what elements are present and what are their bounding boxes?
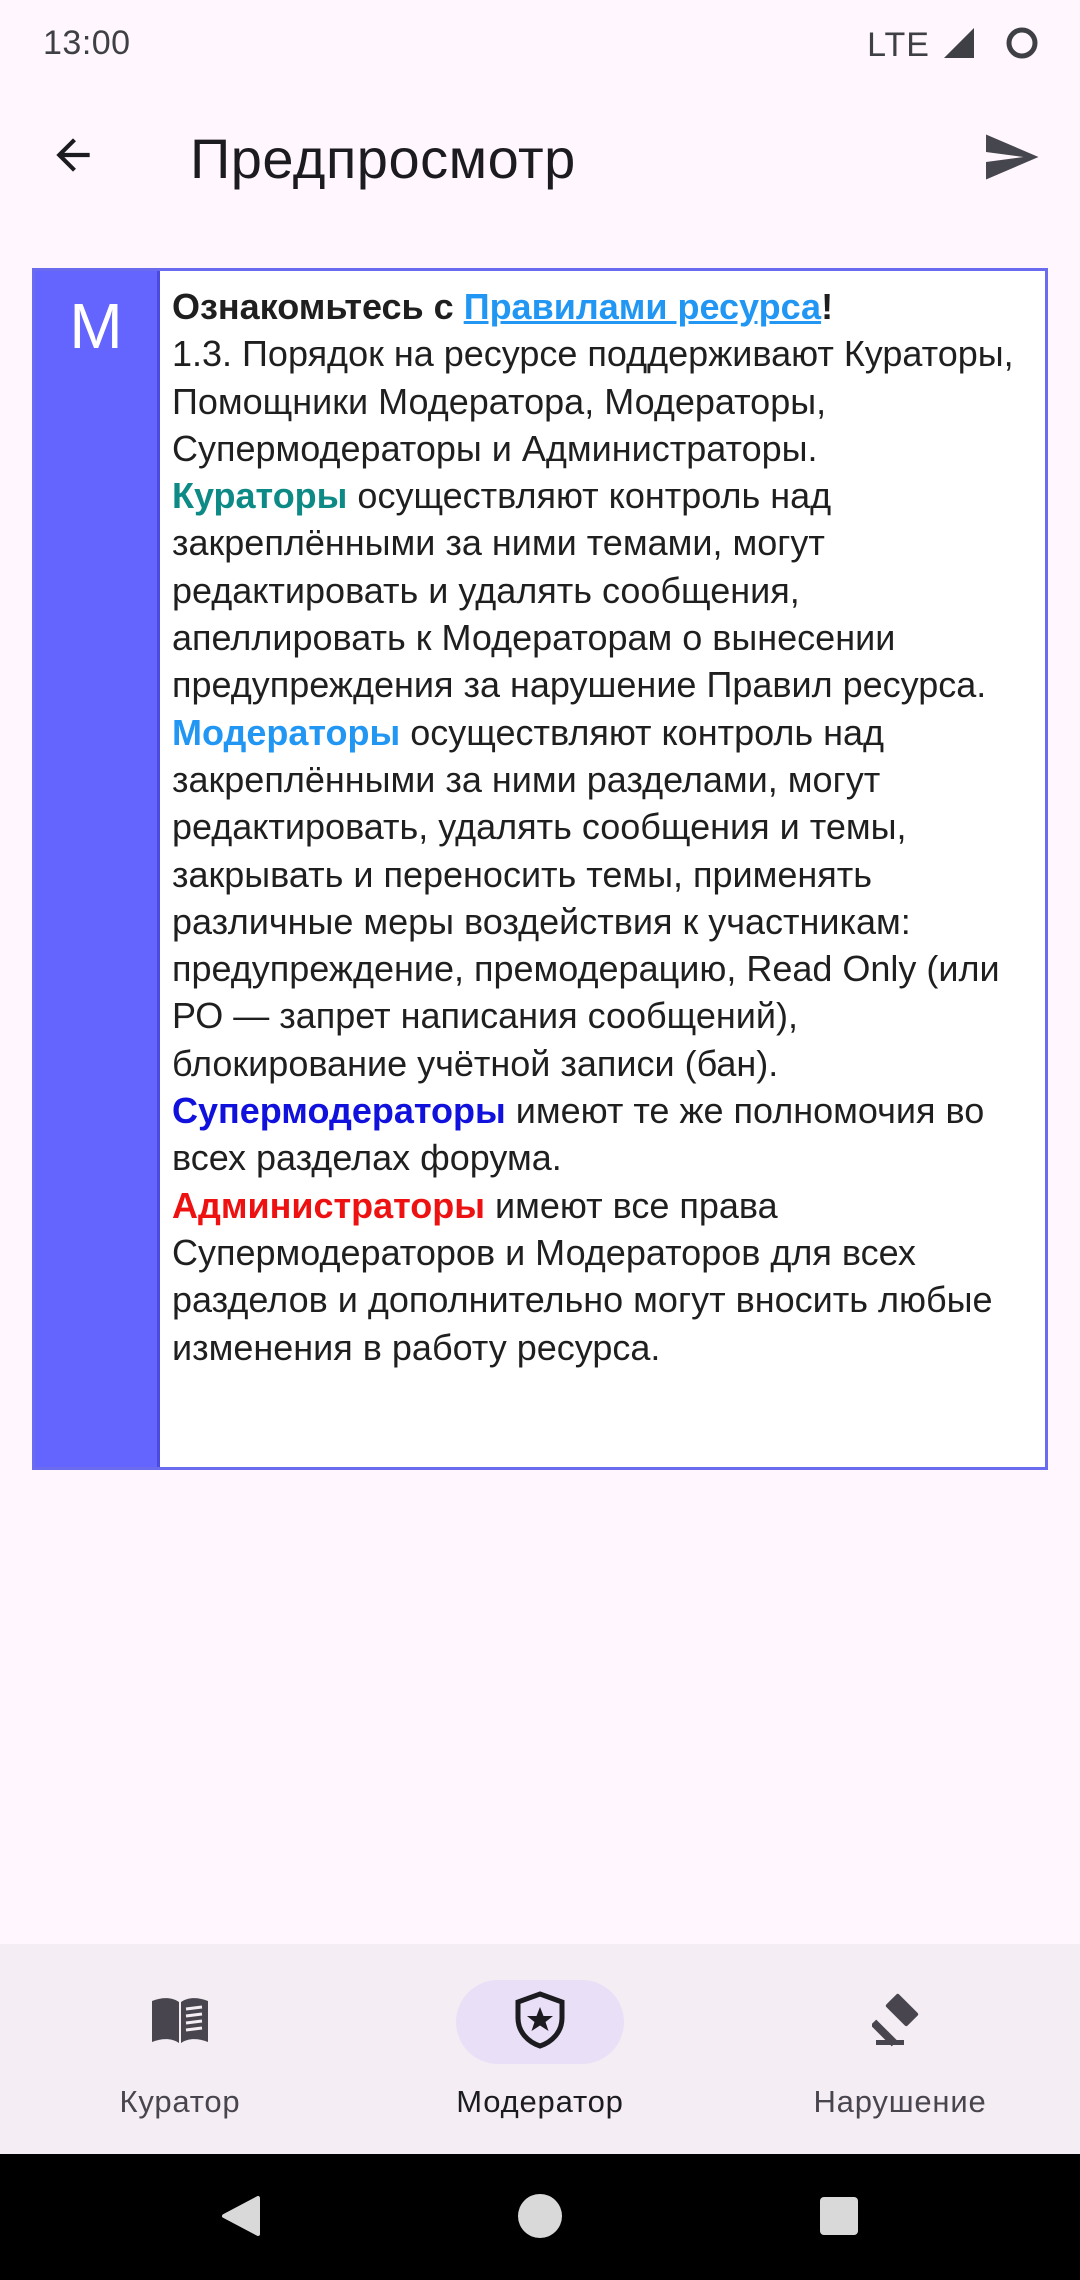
supermoderators-paragraph: Супермодераторы имеют те же полномочия в… [172, 1087, 1025, 1182]
rule-intro: 1.3. Порядок на ресурсе поддерживают Кур… [172, 333, 1014, 469]
nav-label-moderator: Модератор [456, 2084, 624, 2119]
shield-star-icon [514, 1990, 566, 2054]
book-icon [150, 1995, 210, 2050]
preview-text: Ознакомьтесь с Правилами ресурса! 1.3. П… [160, 271, 1045, 1467]
moderators-text: осуществляют контроль над закреплёнными … [172, 711, 1000, 1084]
bottom-navigation: Куратор Модератор Нарушение [0, 1944, 1080, 2154]
nav-item-curator[interactable]: Куратор [0, 1944, 360, 2154]
send-button[interactable] [972, 120, 1050, 198]
nav-home-button[interactable] [514, 2192, 566, 2244]
nav-item-moderator[interactable]: Модератор [360, 1944, 720, 2154]
status-bar: 13:00 LTE [0, 0, 1080, 90]
nav-icon-container [96, 1980, 264, 2064]
intro-line: Ознакомьтесь с Правилами ресурса! [172, 283, 1025, 330]
signal-icon [942, 26, 976, 65]
top-app-bar: Предпросмотр [0, 90, 1080, 230]
nav-label-violation: Нарушение [813, 2084, 987, 2119]
nav-icon-container-active [456, 1980, 624, 2064]
system-navigation-bar [0, 2154, 1080, 2280]
rules-link[interactable]: Правилами ресурса [464, 286, 821, 327]
nav-recents-button[interactable] [813, 2192, 865, 2244]
page-title: Предпросмотр [190, 127, 576, 190]
intro-prefix: Ознакомьтесь с [172, 286, 464, 327]
nav-back-icon [218, 2194, 262, 2243]
nav-home-icon [516, 2192, 564, 2245]
arrow-back-icon [48, 130, 98, 185]
nav-item-violation[interactable]: Нарушение [720, 1944, 1080, 2154]
nav-label-curator: Куратор [119, 2084, 241, 2119]
preview-block: M Ознакомьтесь с Правилами ресурса! 1.3.… [32, 268, 1048, 1470]
back-button[interactable] [36, 120, 110, 194]
network-type: LTE [867, 25, 930, 64]
gavel-icon [870, 1992, 928, 2053]
status-time: 13:00 [43, 24, 131, 62]
nav-back-button[interactable] [214, 2192, 266, 2244]
moderator-badge: M [35, 271, 160, 1467]
intro-suffix: ! [821, 286, 834, 327]
moderators-paragraph: Модераторы осуществляют контроль над зак… [172, 709, 1025, 1087]
administrators-label: Администраторы [172, 1184, 486, 1226]
curators-label: Кураторы [172, 475, 348, 517]
nav-recents-icon [818, 2195, 860, 2242]
supermoderators-label: Супермодераторы [172, 1090, 506, 1132]
battery-ring-icon [1004, 25, 1040, 66]
administrators-paragraph: Администраторы имеют все права Супермоде… [172, 1182, 1025, 1371]
moderators-label: Модераторы [172, 711, 401, 753]
nav-icon-container [816, 1980, 984, 2064]
status-icons: LTE [867, 22, 1040, 68]
curators-paragraph: Кураторы осуществляют контроль над закре… [172, 472, 1025, 708]
send-icon [981, 127, 1041, 192]
